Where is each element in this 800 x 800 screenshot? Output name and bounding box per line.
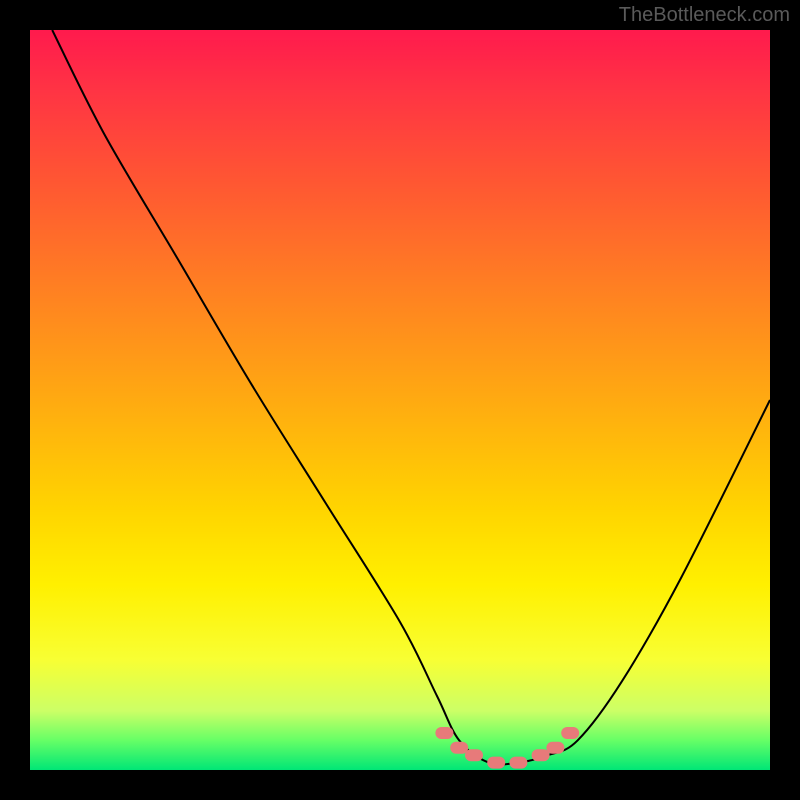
- curve-marker: [561, 727, 579, 739]
- curve-marker: [450, 742, 468, 754]
- curve-marker: [509, 757, 527, 769]
- curve-markers: [435, 727, 579, 769]
- bottleneck-curve-path: [52, 30, 770, 765]
- curve-marker: [465, 749, 483, 761]
- bottleneck-curve-svg: [30, 30, 770, 770]
- watermark-text: TheBottleneck.com: [619, 4, 790, 27]
- chart-plot-area: [30, 30, 770, 770]
- curve-marker: [435, 727, 453, 739]
- curve-marker: [487, 757, 505, 769]
- curve-marker: [532, 749, 550, 761]
- curve-marker: [546, 742, 564, 754]
